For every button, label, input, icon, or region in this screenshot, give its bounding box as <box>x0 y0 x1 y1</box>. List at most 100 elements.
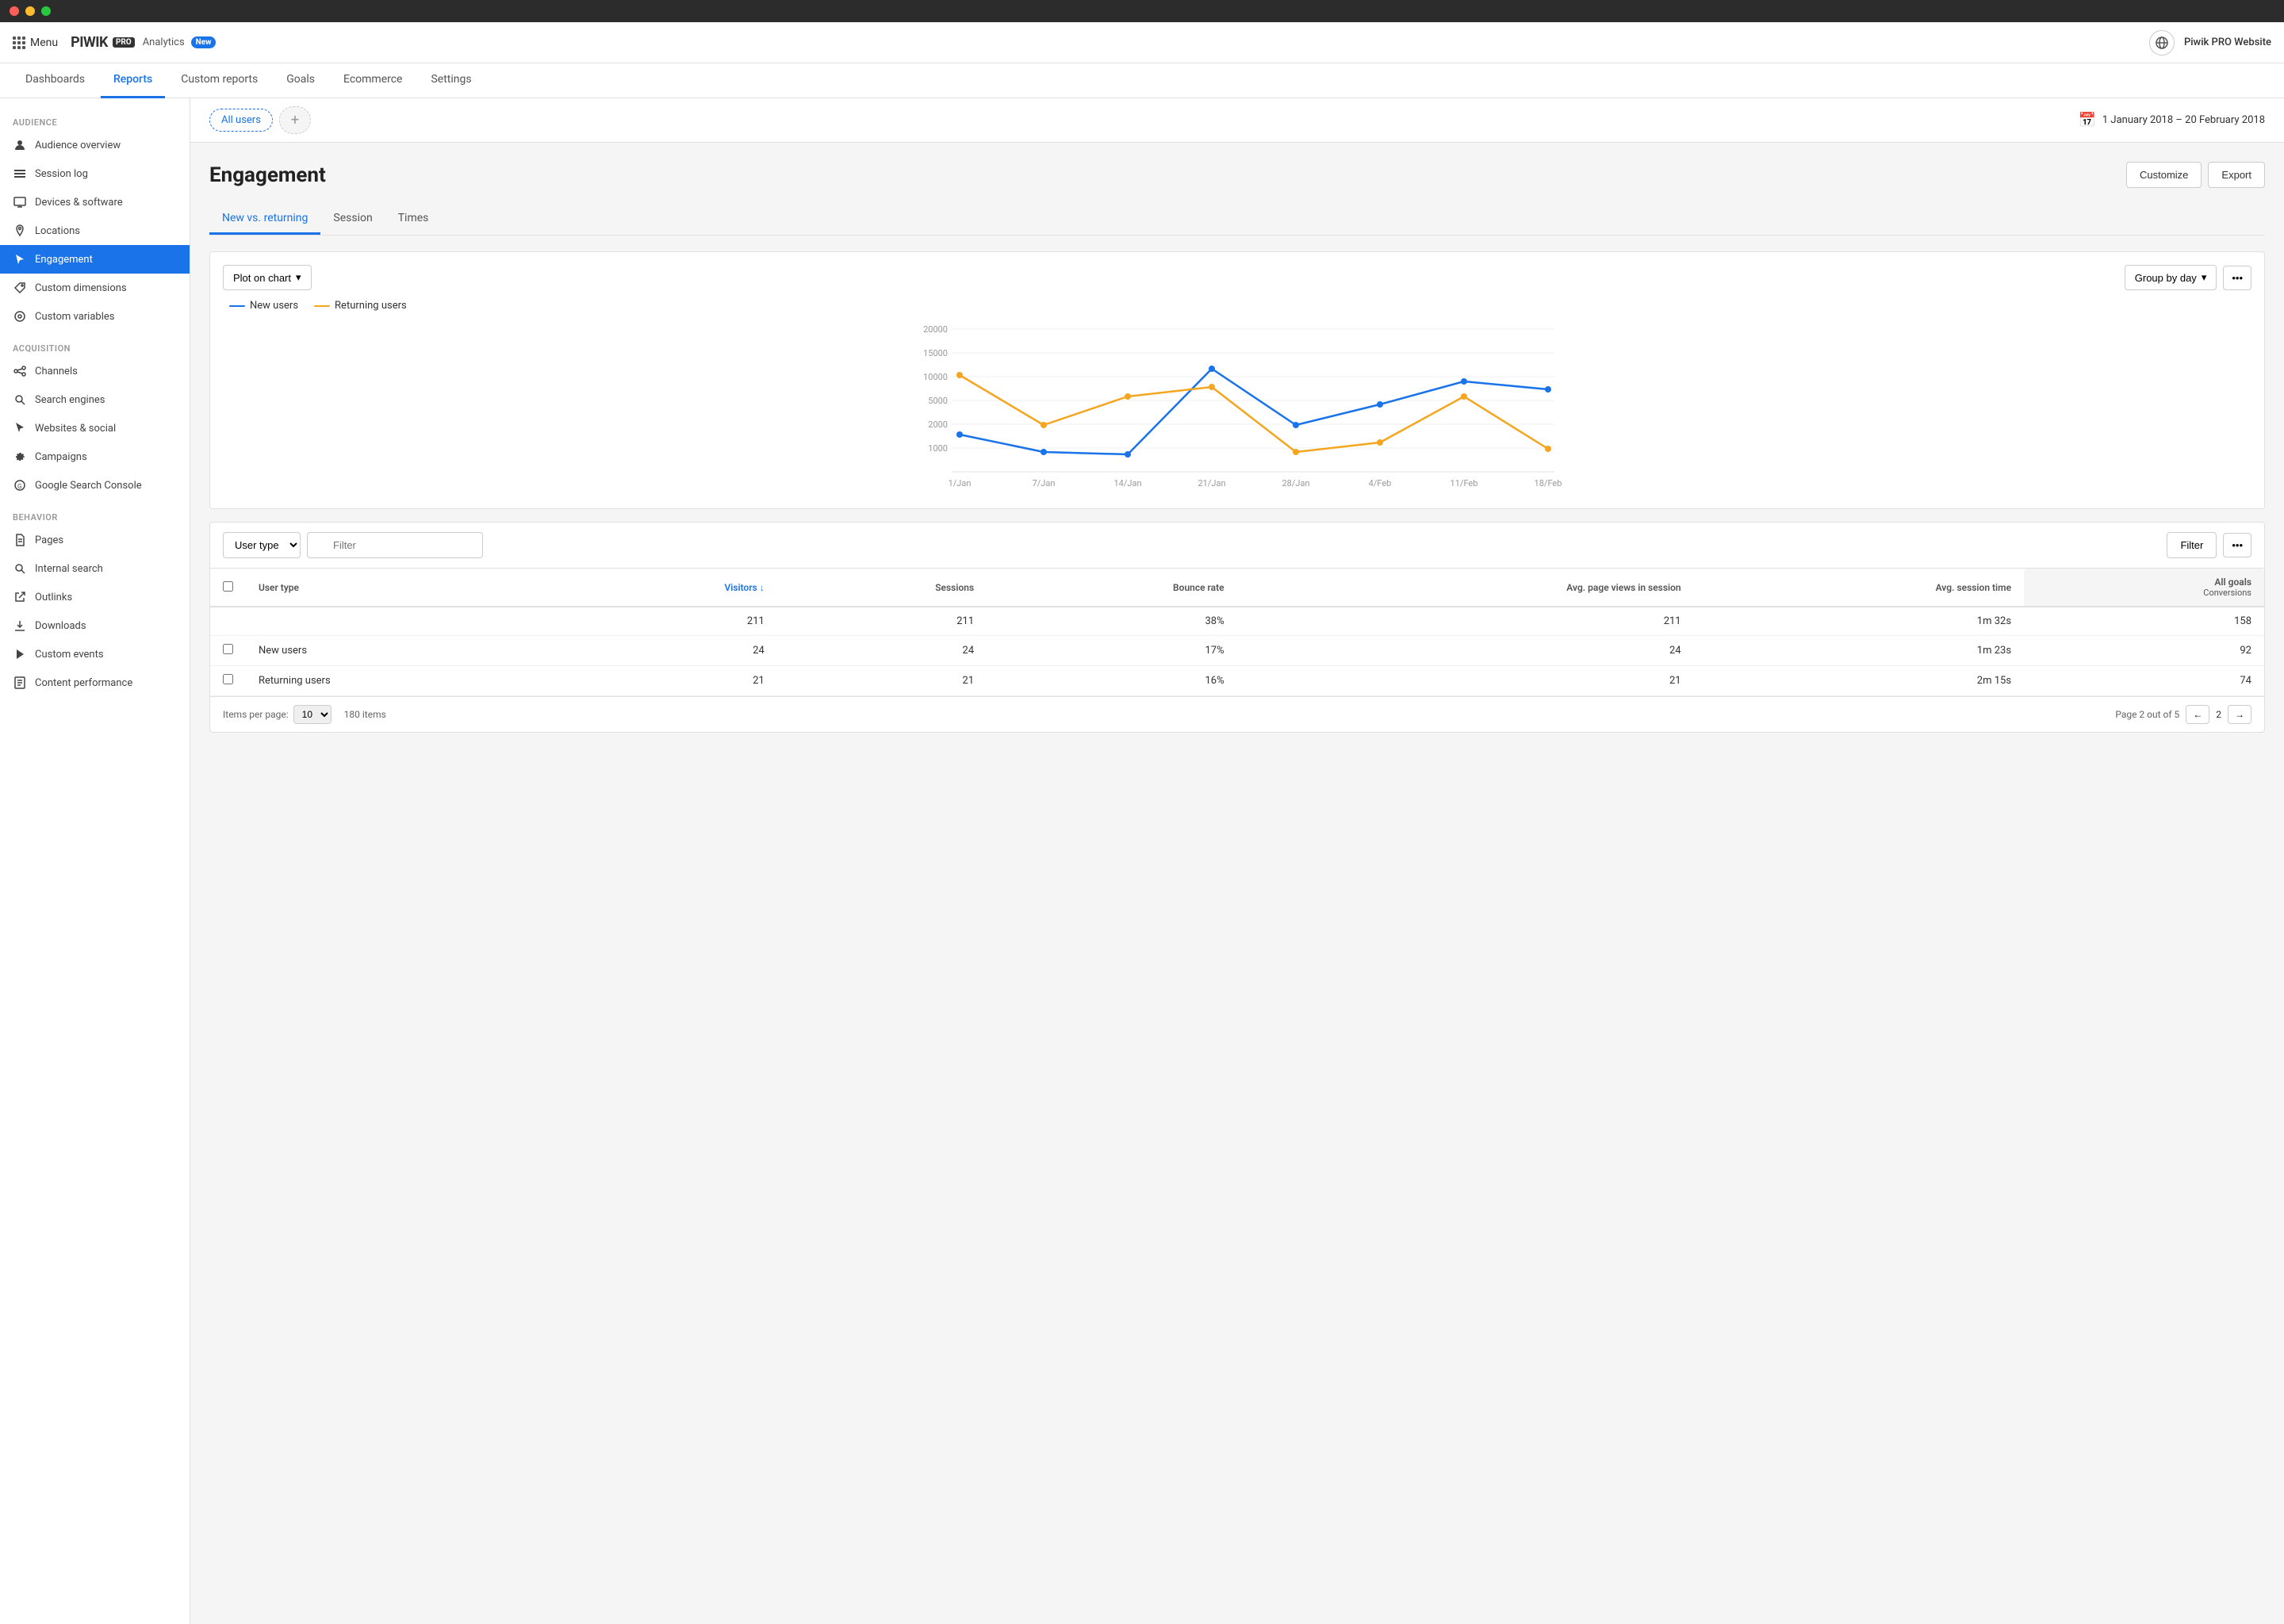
nav-tab-dashboards[interactable]: Dashboards <box>13 63 98 98</box>
sidebar-item-google-search-console-label: Google Search Console <box>35 480 142 492</box>
search-icon <box>13 393 27 407</box>
td-total-user-type <box>246 607 564 636</box>
main-content: All users + 📅 1 January 2018 – 20 Februa… <box>190 98 2284 1624</box>
table-card: User type Filter ••• <box>209 522 2265 733</box>
prev-page-button[interactable]: ← <box>2186 705 2209 724</box>
filter-button[interactable]: Filter <box>2167 532 2217 558</box>
sidebar-item-locations[interactable]: Locations <box>0 216 190 245</box>
sidebar-item-channels-label: Channels <box>35 366 78 377</box>
th-visitors[interactable]: Visitors ↓ <box>564 569 777 607</box>
sidebar-item-devices-software[interactable]: Devices & software <box>0 188 190 216</box>
th-bounce-rate: Bounce rate <box>987 569 1236 607</box>
nav-tab-custom-reports[interactable]: Custom reports <box>168 63 270 98</box>
sub-tab-session[interactable]: Session <box>320 204 385 235</box>
svg-text:20000: 20000 <box>923 324 948 335</box>
svg-text:4/Feb: 4/Feb <box>1369 478 1392 488</box>
td-returning-checkbox[interactable] <box>210 666 246 696</box>
legend-returning-users-label: Returning users <box>335 300 407 312</box>
sidebar-item-outlinks-label: Outlinks <box>35 592 72 603</box>
monitor-icon <box>13 195 27 209</box>
chart-toolbar-right: Group by day ▾ ••• <box>2125 265 2251 290</box>
td-total-conversions: 158 <box>2024 607 2264 636</box>
sidebar-item-google-search-console[interactable]: G Google Search Console <box>0 471 190 500</box>
sidebar-item-custom-dimensions-label: Custom dimensions <box>35 282 127 294</box>
sidebar-item-campaigns[interactable]: Campaigns <box>0 442 190 471</box>
new-users-checkbox[interactable] <box>223 644 233 654</box>
content-area: Engagement Customize Export New vs. retu… <box>190 143 2284 752</box>
sub-tab-new-vs-returning[interactable]: New vs. returning <box>209 204 320 235</box>
plot-on-chart-button[interactable]: Plot on chart ▾ <box>223 265 312 290</box>
legend-returning-users: Returning users <box>314 300 407 312</box>
svg-text:18/Feb: 18/Feb <box>1535 478 1562 488</box>
filter-wrapper <box>307 532 2160 558</box>
segment-add-button[interactable]: + <box>279 106 311 134</box>
sidebar-item-websites-social-label: Websites & social <box>35 423 116 435</box>
group-by-day-button[interactable]: Group by day ▾ <box>2125 265 2217 290</box>
chart-legend: New users Returning users <box>223 300 2251 312</box>
play-icon <box>13 647 27 661</box>
date-picker[interactable]: 📅 1 January 2018 – 20 February 2018 <box>2078 112 2265 128</box>
segment-all-users[interactable]: All users <box>209 109 273 132</box>
menu-button[interactable]: Menu <box>13 36 58 49</box>
header-actions: Customize Export <box>2126 162 2265 188</box>
plot-on-chart-label: Plot on chart <box>233 272 291 284</box>
minimize-btn[interactable] <box>25 6 35 16</box>
globe-button[interactable] <box>2149 30 2175 56</box>
export-button[interactable]: Export <box>2208 162 2265 188</box>
sidebar-item-websites-social[interactable]: Websites & social <box>0 414 190 442</box>
sub-tab-times[interactable]: Times <box>385 204 442 235</box>
sidebar-item-custom-events[interactable]: Custom events <box>0 640 190 668</box>
close-btn[interactable] <box>10 6 19 16</box>
td-returning-visitors: 21 <box>564 666 777 696</box>
sidebar-section-behavior: BEHAVIOR Pages Internal search Outlinks <box>0 506 190 697</box>
segment-bar: All users + 📅 1 January 2018 – 20 Februa… <box>190 98 2284 143</box>
sidebar-section-acquisition-label: ACQUISITION <box>0 337 190 357</box>
sidebar-item-pages[interactable]: Pages <box>0 526 190 554</box>
user-type-dropdown[interactable]: User type <box>223 532 301 558</box>
sidebar-item-search-engines[interactable]: Search engines <box>0 385 190 414</box>
td-new-checkbox[interactable] <box>210 636 246 666</box>
items-count: 180 items <box>344 709 386 720</box>
chart-toolbar-left: Plot on chart ▾ <box>223 265 312 290</box>
per-page-select[interactable]: 10 <box>293 705 331 724</box>
sidebar-item-internal-search-label: Internal search <box>35 563 103 575</box>
th-checkbox <box>210 569 246 607</box>
nav-tab-ecommerce[interactable]: Ecommerce <box>331 63 415 98</box>
table-more-button[interactable]: ••• <box>2223 533 2251 557</box>
nav-tab-reports[interactable]: Reports <box>101 63 165 98</box>
filter-input[interactable] <box>307 532 483 558</box>
menu-label: Menu <box>30 36 58 49</box>
sort-icon: ↓ <box>760 582 765 593</box>
sidebar-item-custom-dimensions[interactable]: Custom dimensions <box>0 274 190 302</box>
nav-tab-goals[interactable]: Goals <box>274 63 328 98</box>
sidebar-item-custom-variables[interactable]: Custom variables <box>0 302 190 331</box>
nav-tab-settings[interactable]: Settings <box>418 63 484 98</box>
outlink-icon <box>13 590 27 604</box>
next-page-button[interactable]: → <box>2228 705 2251 724</box>
maximize-btn[interactable] <box>41 6 51 16</box>
site-selector[interactable]: Piwik PRO Website <box>2184 36 2271 48</box>
td-returning-bounce-rate: 16% <box>987 666 1236 696</box>
sidebar-item-outlinks[interactable]: Outlinks <box>0 583 190 611</box>
customize-button[interactable]: Customize <box>2126 162 2202 188</box>
sidebar-item-audience-overview[interactable]: Audience overview <box>0 131 190 159</box>
calendar-icon: 📅 <box>2078 112 2095 128</box>
sidebar-item-content-performance[interactable]: Content performance <box>0 668 190 697</box>
sidebar-item-session-log[interactable]: Session log <box>0 159 190 188</box>
returning-users-checkbox[interactable] <box>223 674 233 684</box>
sidebar-item-channels[interactable]: Channels <box>0 357 190 385</box>
sidebar-item-engagement[interactable]: Engagement <box>0 245 190 274</box>
chart-more-button[interactable]: ••• <box>2223 266 2251 290</box>
svg-text:11/Feb: 11/Feb <box>1450 478 1478 488</box>
th-user-type: User type <box>246 569 564 607</box>
download-icon <box>13 619 27 633</box>
legend-new-users-label: New users <box>250 300 298 312</box>
td-returning-conversions: 74 <box>2024 666 2264 696</box>
sidebar-item-internal-search[interactable]: Internal search <box>0 554 190 583</box>
group-by-day-label: Group by day <box>2135 272 2197 284</box>
legend-returning-users-line <box>314 305 330 307</box>
conversions-label: Conversions <box>2037 588 2251 598</box>
select-all-checkbox[interactable] <box>223 581 233 592</box>
sidebar-item-downloads[interactable]: Downloads <box>0 611 190 640</box>
chart-card: Plot on chart ▾ Group by day ▾ ••• <box>209 251 2265 509</box>
